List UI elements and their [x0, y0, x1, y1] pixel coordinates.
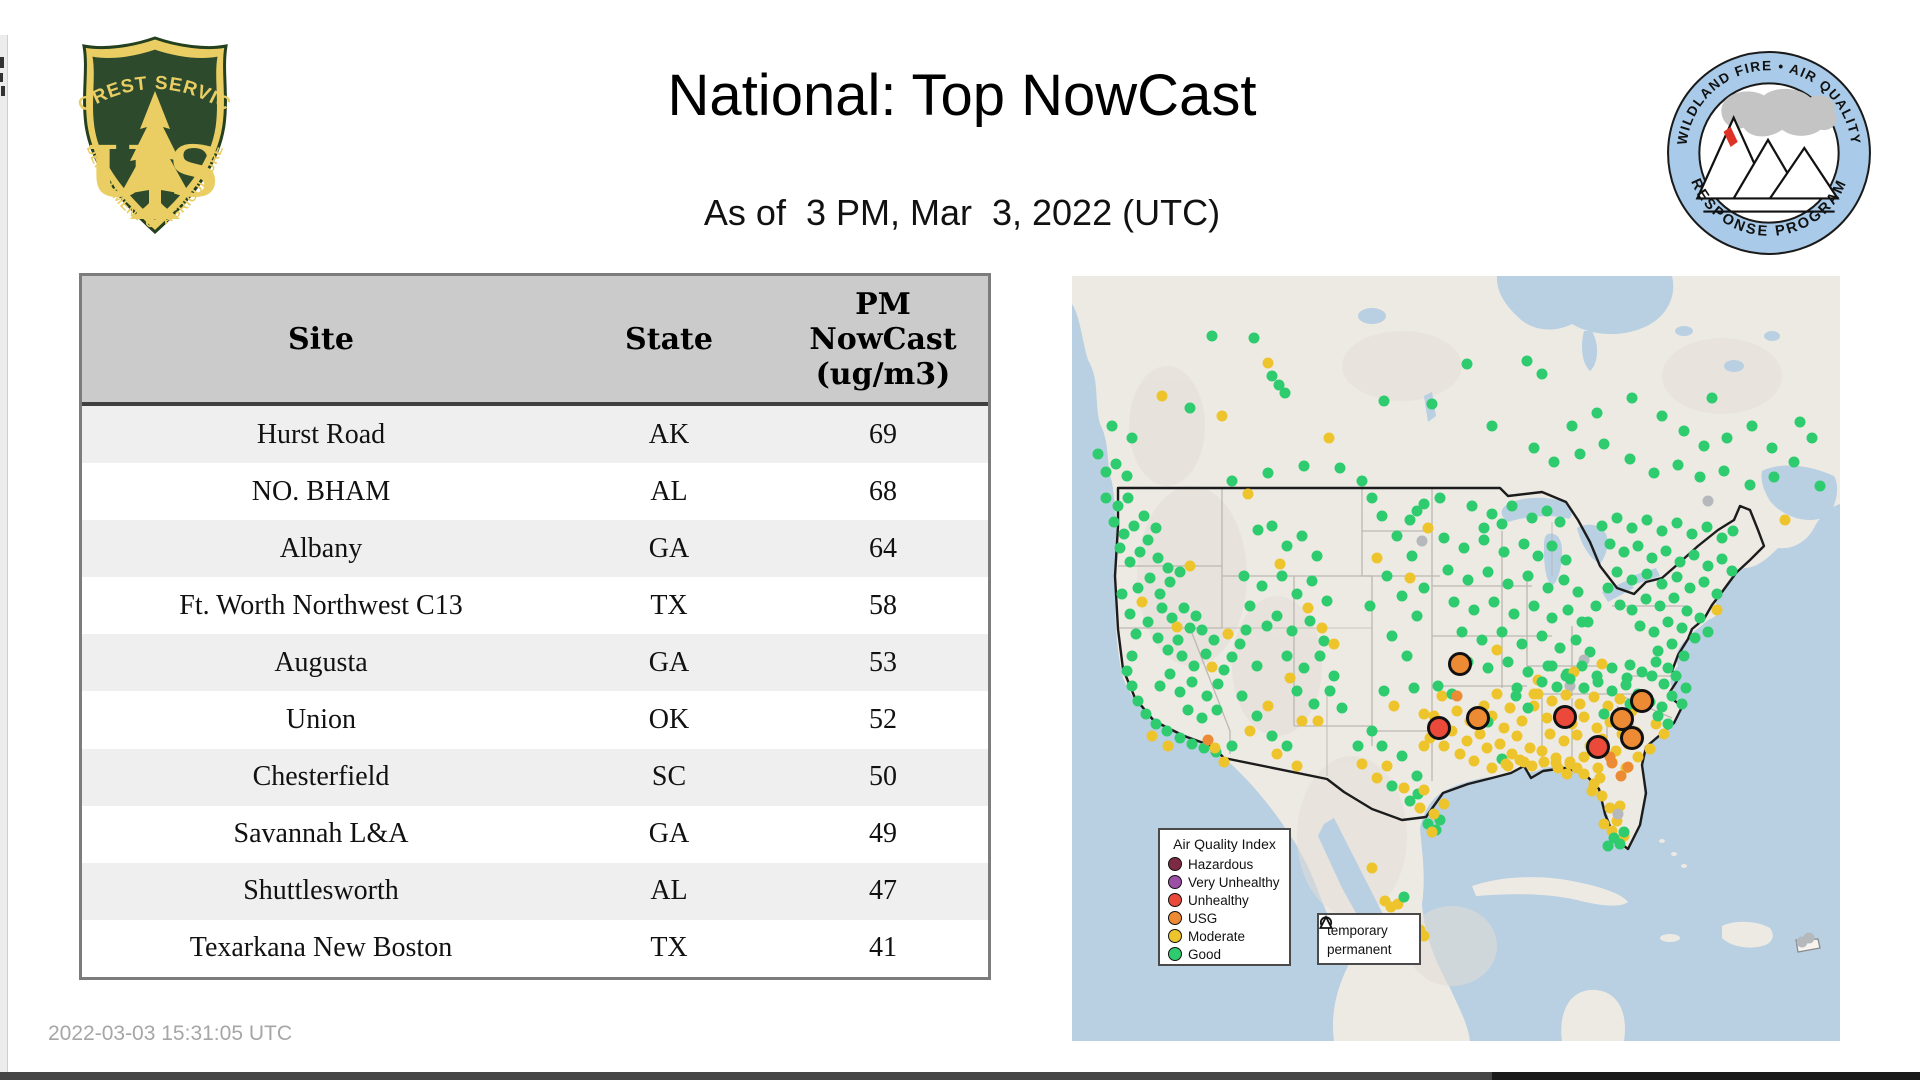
state-cell: GA [648, 646, 690, 678]
state-cell: OK [648, 704, 690, 736]
table-row: Albany GA 64 [82, 520, 988, 578]
aqi-legend-label: Unhealthy [1188, 892, 1249, 908]
table-row: NO. BHAM AL 68 [82, 463, 988, 521]
bottom-window-edge [0, 1072, 1492, 1080]
top-site-circle [1620, 726, 1644, 750]
bottom-window-edge-dark [1492, 1072, 1920, 1080]
value-cell: 52 [869, 704, 897, 736]
aqi-legend-item: Unhealthy [1168, 892, 1289, 908]
table-row: Texarkana New Boston TX 41 [82, 919, 988, 977]
aqi-legend-label: Hazardous [1188, 856, 1254, 872]
site-cell: NO. BHAM [251, 475, 391, 507]
page-subtitle: As of 3 PM, Mar 3, 2022 (UTC) [703, 192, 1221, 233]
table-row: Savannah L&A GA 49 [82, 805, 988, 863]
state-cell: TX [650, 589, 688, 621]
aqi-legend-label: USG [1188, 910, 1218, 926]
table-row: Hurst Road AK 69 [82, 406, 988, 464]
site-cell: Hurst Road [256, 418, 386, 450]
state-cell: AL [650, 875, 688, 907]
value-cell: 64 [869, 532, 897, 564]
top-site-circle [1553, 705, 1577, 729]
nowcast-table: Site State PM NowCast (ug/m3) Hurst Road… [79, 273, 991, 980]
value-cell: 53 [869, 646, 897, 678]
edge-text-artifact [0, 73, 3, 82]
top-site-circle [1586, 735, 1610, 759]
aqi-legend-item: Moderate [1168, 928, 1289, 944]
aqi-legend-label: Very Unhealthy [1188, 874, 1280, 890]
value-cell: 41 [869, 932, 897, 964]
aqi-legend-label: Moderate [1188, 928, 1246, 944]
top-site-circle [1466, 706, 1490, 730]
site-cell: Chesterfield [252, 761, 390, 793]
top-site-circle [1427, 716, 1451, 740]
table-row: Union OK 52 [82, 691, 988, 749]
table-header-row: Site State PM NowCast (ug/m3) [82, 276, 988, 406]
marker-type-legend: temporary permanent [1317, 913, 1421, 965]
permanent-label: permanent [1327, 941, 1392, 957]
aqi-legend-item: Good [1168, 946, 1289, 962]
aqi-color-swatch [1168, 857, 1182, 871]
aqi-legend: Air Quality Index Hazardous Very Unhealth… [1158, 828, 1291, 966]
table-body: Hurst Road AK 69 NO. BHAM AL 68 Albany GA 64 Ft. … [82, 406, 988, 977]
table-row: Ft. Worth Northwest C13 TX 58 [82, 577, 988, 635]
site-cell: Savannah L&A [233, 818, 409, 850]
state-cell: GA [648, 818, 690, 850]
jamaica [1660, 934, 1680, 942]
value-cell: 68 [869, 475, 897, 507]
state-cell: GA [648, 532, 690, 564]
site-cell: Texarkana New Boston [189, 932, 453, 964]
window-left-edge [0, 35, 8, 1072]
aqi-color-swatch [1168, 947, 1182, 961]
pm-line-2: NowCast [809, 321, 957, 357]
value-cell: 69 [869, 418, 897, 450]
table-row: Chesterfield SC 50 [82, 748, 988, 806]
aqi-legend-items: Hazardous Very Unhealthy Unhealthy USG Moder… [1168, 856, 1289, 962]
table-row: Augusta GA 53 [82, 634, 988, 692]
edge-text-artifact [0, 57, 4, 68]
state-cell: AL [650, 475, 688, 507]
state-cell: SC [651, 761, 687, 793]
table-row: Shuttlesworth AL 47 [82, 862, 988, 920]
aqi-color-swatch [1168, 893, 1182, 907]
aqi-legend-label: Good [1188, 946, 1222, 962]
aqi-color-swatch [1168, 911, 1182, 925]
aqi-legend-title: Air Quality Index [1173, 836, 1276, 852]
site-cell: Augusta [274, 646, 368, 678]
value-cell: 49 [869, 818, 897, 850]
wfaqrp-logo: WILDLAND FIRE • AIR QUALITY RESPONSE PRO… [1667, 51, 1871, 255]
top-site-circle [1630, 689, 1654, 713]
top-site-circle [1448, 652, 1472, 676]
site-cell: Shuttlesworth [243, 875, 399, 907]
aqi-legend-item: Very Unhealthy [1168, 874, 1289, 890]
table-header-state: State [625, 321, 713, 357]
pm-line-1: PM [855, 286, 911, 322]
state-cell: TX [650, 932, 688, 964]
value-cell: 58 [869, 589, 897, 621]
site-cell: Albany [279, 532, 363, 564]
edge-text-artifact [1, 86, 5, 96]
temporary-label: temporary [1327, 922, 1388, 938]
aqi-map: Air Quality Index Hazardous Very Unhealth… [1072, 276, 1840, 1041]
permanent-triangle-icon [1319, 915, 1333, 929]
table-header-site: Site [287, 321, 354, 357]
value-cell: 47 [869, 875, 897, 907]
generated-timestamp: 2022-03-03 15:31:05 UTC [48, 1022, 292, 1045]
aqi-color-swatch [1168, 875, 1182, 889]
aqi-legend-item: USG [1168, 910, 1289, 926]
table-header-pm-nowcast: PM NowCast (ug/m3) [778, 287, 988, 392]
value-cell: 50 [869, 761, 897, 793]
state-cell: AK [648, 418, 690, 450]
site-cell: Ft. Worth Northwest C13 [179, 589, 463, 621]
pm-line-3: (ug/m3) [815, 356, 951, 392]
site-cell: Union [286, 704, 356, 736]
page-title: National: Top NowCast [667, 63, 1257, 128]
forest-service-logo: FOREST SERVICE U S DEPARTMENT OF AGRICUL… [70, 33, 234, 235]
aqi-color-swatch [1168, 929, 1182, 943]
aqi-legend-item: Hazardous [1168, 856, 1289, 872]
